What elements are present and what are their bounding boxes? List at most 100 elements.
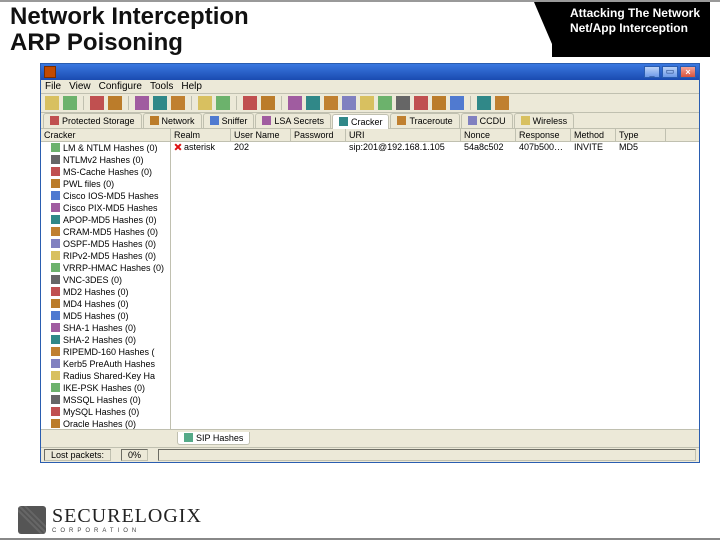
tab-lsa-secrets[interactable]: LSA Secrets (255, 113, 331, 128)
tree-item-label: Cisco IOS-MD5 Hashes (63, 190, 159, 202)
tree-item[interactable]: Radius Shared-Key Ha (41, 370, 170, 382)
slide-tag-line2: Net/App Interception (570, 21, 688, 35)
column-header[interactable]: Realm (171, 129, 231, 141)
maximize-button[interactable]: ▭ (662, 66, 678, 78)
md5-icon (51, 239, 60, 248)
tab-sniffer[interactable]: Sniffer (203, 113, 255, 128)
pie-icon[interactable] (261, 96, 275, 110)
wrench-icon[interactable] (477, 96, 491, 110)
tree-item[interactable]: Kerb5 PreAuth Hashes (41, 358, 170, 370)
menu-file[interactable]: File (45, 81, 61, 92)
open-icon[interactable] (45, 96, 59, 110)
slide-tag: Attacking The Network Net/App Intercepti… (552, 2, 710, 57)
status-lost-packets-pct: 0% (121, 449, 148, 461)
globe-icon[interactable] (306, 96, 320, 110)
hash-icon (51, 155, 60, 164)
column-header[interactable]: URI (346, 129, 461, 141)
tree-item[interactable]: MS-Cache Hashes (0) (41, 166, 170, 178)
table-row[interactable]: asterisk202sip:201@192.168.1.10554a8c502… (171, 142, 699, 152)
tree-item-label: Kerb5 PreAuth Hashes (63, 358, 155, 370)
tree-item-label: SHA-2 Hashes (0) (63, 334, 136, 346)
close-button[interactable]: × (680, 66, 696, 78)
tree-header[interactable]: Cracker (41, 129, 170, 142)
logo-subtext: CORPORATION (52, 528, 202, 534)
tree-item-label: MD2 Hashes (0) (63, 286, 129, 298)
tree-item[interactable]: VRRP-HMAC Hashes (0) (41, 262, 170, 274)
add-host-icon[interactable] (90, 96, 104, 110)
tree-item[interactable]: MD5 Hashes (0) (41, 310, 170, 322)
save-icon[interactable] (63, 96, 77, 110)
stop-sniff-icon[interactable] (171, 96, 185, 110)
tree-item[interactable]: Oracle Hashes (0) (41, 418, 170, 429)
tab-wireless[interactable]: Wireless (514, 113, 575, 128)
tree-item[interactable]: CRAM-MD5 Hashes (0) (41, 226, 170, 238)
wifi-icon[interactable] (342, 96, 356, 110)
tree-item[interactable]: MSSQL Hashes (0) (41, 394, 170, 406)
tab-cracker[interactable]: Cracker (332, 114, 390, 129)
tab-traceroute[interactable]: Traceroute (390, 113, 459, 128)
status-lost-packets-label: Lost packets: (44, 449, 111, 461)
tree-item[interactable]: PWL files (0) (41, 178, 170, 190)
abc-icon[interactable] (414, 96, 428, 110)
tree-item[interactable]: Cisco IOS-MD5 Hashes (41, 190, 170, 202)
cell-user: 202 (231, 142, 291, 152)
column-header[interactable]: Method (571, 129, 616, 141)
tab-network[interactable]: Network (143, 113, 202, 128)
cell-password (291, 142, 346, 152)
tree-item-label: MD5 Hashes (0) (63, 310, 129, 322)
tree-item[interactable]: VNC-3DES (0) (41, 274, 170, 286)
menu-configure[interactable]: Configure (99, 81, 142, 92)
tree-item[interactable]: SHA-2 Hashes (0) (41, 334, 170, 346)
titlebar[interactable]: _ ▭ × (41, 64, 699, 80)
voip-icon[interactable] (360, 96, 374, 110)
remove-host-icon[interactable] (108, 96, 122, 110)
tab-label: Cracker (351, 117, 383, 127)
nic-icon[interactable] (135, 96, 149, 110)
column-header[interactable]: Password (291, 129, 346, 141)
tree-item[interactable]: MD4 Hashes (0) (41, 298, 170, 310)
tree-item[interactable]: Cisco PIX-MD5 Hashes (41, 202, 170, 214)
column-header[interactable]: Response (516, 129, 571, 141)
pass-icon[interactable] (324, 96, 338, 110)
box-icon[interactable] (378, 96, 392, 110)
tree-item[interactable]: SHA-1 Hashes (0) (41, 322, 170, 334)
menubar: File View Configure Tools Help (41, 80, 699, 94)
sha-icon (51, 335, 60, 344)
slide-title: Network Interception ARP Poisoning (10, 2, 552, 57)
md-icon (51, 299, 60, 308)
remove-icon[interactable] (216, 96, 230, 110)
add-icon[interactable] (198, 96, 212, 110)
hex-icon[interactable] (450, 96, 464, 110)
column-header[interactable]: Nonce (461, 129, 516, 141)
tree-item[interactable]: MySQL Hashes (0) (41, 406, 170, 418)
result-grid: RealmUser NamePasswordURINonceResponseMe… (171, 129, 699, 429)
tree-item[interactable]: IKE-PSK Hashes (0) (41, 382, 170, 394)
tree-item[interactable]: MD2 Hashes (0) (41, 286, 170, 298)
tree-item[interactable]: OSPF-MD5 Hashes (0) (41, 238, 170, 250)
tree-item[interactable]: LM & NTLM Hashes (0) (41, 142, 170, 154)
footer-logo: SECURELOGIX CORPORATION (18, 505, 202, 534)
dump-icon[interactable] (243, 96, 257, 110)
tab-ccdu[interactable]: CCDU (461, 113, 513, 128)
info-icon[interactable] (495, 96, 509, 110)
cert-icon[interactable] (288, 96, 302, 110)
bottom-tab-sip[interactable]: SIP Hashes (177, 432, 250, 445)
tree-item-label: VRRP-HMAC Hashes (0) (63, 262, 164, 274)
minimize-button[interactable]: _ (644, 66, 660, 78)
slide-title-line2: ARP Poisoning (10, 29, 183, 56)
tab-label: Network (162, 116, 195, 126)
rsa-icon[interactable] (396, 96, 410, 110)
menu-help[interactable]: Help (181, 81, 202, 92)
menu-view[interactable]: View (69, 81, 91, 92)
vnc-icon (51, 275, 60, 284)
column-header[interactable]: Type (616, 129, 666, 141)
asc-icon[interactable] (432, 96, 446, 110)
menu-tools[interactable]: Tools (150, 81, 173, 92)
tree-item[interactable]: NTLMv2 Hashes (0) (41, 154, 170, 166)
tree-item[interactable]: RIPEMD-160 Hashes ( (41, 346, 170, 358)
tree-item[interactable]: APOP-MD5 Hashes (0) (41, 214, 170, 226)
tab-protected-storage[interactable]: Protected Storage (43, 113, 142, 128)
tree-item[interactable]: RIPv2-MD5 Hashes (0) (41, 250, 170, 262)
column-header[interactable]: User Name (231, 129, 291, 141)
start-sniff-icon[interactable] (153, 96, 167, 110)
